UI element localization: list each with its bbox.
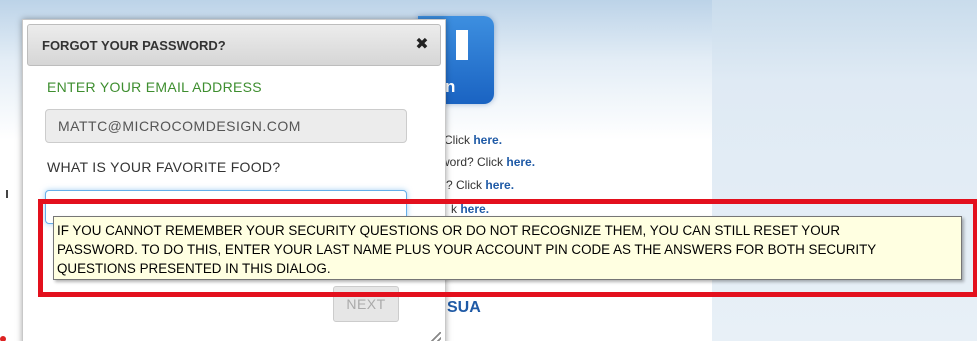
background-link-2[interactable]: word? Click here.: [441, 155, 535, 169]
background-sua-text: SUA: [447, 299, 481, 316]
resize-grip-icon[interactable]: [429, 332, 441, 341]
background-link-3[interactable]: ? Click here.: [446, 178, 514, 192]
here-link[interactable]: here.: [506, 155, 535, 169]
dialog-title: FORGOT YOUR PASSWORD?: [42, 38, 226, 53]
here-link[interactable]: here.: [473, 133, 502, 147]
close-icon[interactable]: ✖: [412, 35, 432, 55]
email-field[interactable]: [45, 109, 407, 143]
background-link-text: Click: [444, 133, 470, 147]
site-logo-letter: n: [445, 77, 456, 96]
here-link[interactable]: here.: [485, 178, 514, 192]
background-link-1[interactable]: Click here.: [444, 133, 502, 147]
background-link-text: ? Click: [446, 178, 483, 192]
background-link-text: word? Click: [441, 155, 504, 169]
dialog-header[interactable]: FORGOT YOUR PASSWORD? ✖: [27, 24, 441, 66]
security-question-label: WHAT IS YOUR FAVORITE FOOD?: [47, 159, 281, 175]
background-red-dot: [0, 336, 6, 341]
site-logo-mark: [456, 30, 468, 60]
highlight-box: [38, 199, 977, 297]
email-label: ENTER YOUR EMAIL ADDRESS: [47, 79, 262, 95]
background-mark: [6, 190, 8, 198]
